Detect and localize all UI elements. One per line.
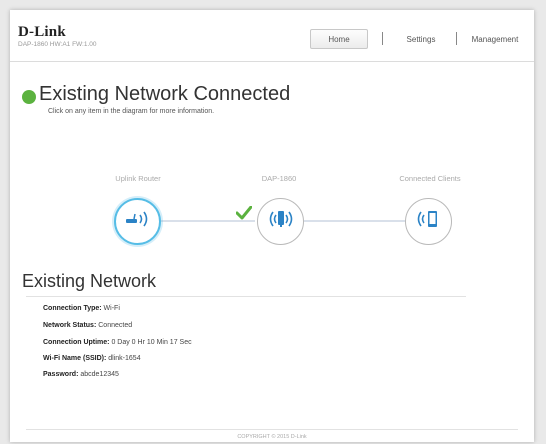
page-subtitle: Click on any item in the diagram for mor… (48, 108, 215, 115)
info-label: Network Status: (43, 322, 97, 329)
connection-line (304, 220, 416, 222)
wifi-name-row: Wi-Fi Name (SSID): dlink-1654 (43, 355, 141, 362)
dlink-logo: D-Link (18, 24, 66, 40)
nav-separator (382, 32, 383, 45)
password-row: Password: abcde12345 (43, 371, 119, 378)
info-value: Wi-Fi (103, 305, 120, 312)
section-divider (26, 296, 466, 297)
extender-icon (266, 209, 296, 234)
info-value: dlink-1654 (108, 355, 141, 362)
info-value: Connected (98, 322, 133, 329)
info-value: abcde12345 (80, 371, 119, 378)
page-title: Existing Network Connected (39, 83, 291, 105)
uplink-router-label: Uplink Router (115, 174, 161, 183)
connected-clients-label: Connected Clients (399, 174, 461, 183)
checkmark-icon (235, 205, 253, 225)
info-label: Connection Type: (43, 305, 102, 312)
nav-management-link[interactable]: Management (460, 29, 530, 49)
nav-home-button[interactable]: Home (310, 29, 368, 49)
footer-divider (26, 429, 518, 430)
nav-settings-link[interactable]: Settings (395, 29, 447, 49)
connection-type-row: Connection Type: Wi-Fi (43, 305, 120, 312)
connection-uptime-row: Connection Uptime: 0 Day 0 Hr 10 Min 17 … (43, 339, 192, 346)
dap-1860-label: DAP-1860 (261, 174, 297, 183)
status-indicator-icon (22, 90, 36, 104)
network-status-row: Network Status: Connected (43, 322, 132, 329)
info-label: Connection Uptime: (43, 339, 110, 346)
info-label: Wi-Fi Name (SSID): (43, 355, 107, 362)
router-icon (125, 210, 151, 233)
header: D-Link DAP-1860 HW:A1 FW:1.00 Home Setti… (10, 10, 534, 62)
copyright-text: COPYRIGHT © 2015 D-Link (237, 434, 307, 440)
client-device-icon (416, 209, 442, 234)
info-label: Password: (43, 371, 79, 378)
dap-1860-node[interactable] (257, 198, 304, 245)
connected-clients-node[interactable] (405, 198, 452, 245)
model-info: DAP-1860 HW:A1 FW:1.00 (18, 41, 97, 48)
uplink-router-node[interactable] (114, 198, 161, 245)
info-value: 0 Day 0 Hr 10 Min 17 Sec (111, 339, 192, 346)
existing-network-heading: Existing Network (22, 271, 157, 291)
page: D-Link DAP-1860 HW:A1 FW:1.00 Home Setti… (10, 10, 534, 442)
nav-separator (456, 32, 457, 45)
